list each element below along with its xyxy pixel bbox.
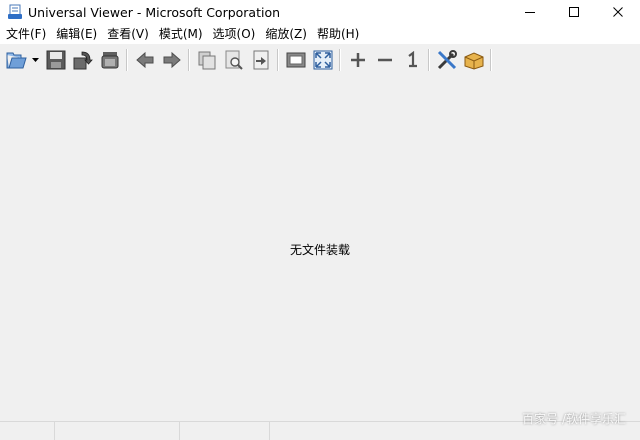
open-dropdown-arrow[interactable]: [30, 48, 40, 72]
watermark: 百家号 /软件享乐汇: [522, 412, 626, 426]
menu-zoom[interactable]: 缩放(Z): [260, 24, 312, 44]
maximize-icon: [569, 7, 579, 17]
menu-options[interactable]: 选项(O): [208, 24, 261, 44]
fit-window-icon: [286, 52, 305, 68]
settings-button[interactable]: [435, 48, 459, 72]
menu-file[interactable]: 文件(F): [0, 24, 51, 44]
close-button[interactable]: [596, 0, 640, 24]
toolbar-separator: [339, 49, 341, 71]
no-file-message: 无文件装载: [289, 243, 350, 257]
window-title: Universal Viewer - Microsoft Corporation: [28, 4, 281, 20]
reload-button[interactable]: [71, 48, 95, 72]
print-icon: [101, 52, 118, 69]
fit-window-button[interactable]: [284, 48, 308, 72]
toolbar-separator: [126, 49, 128, 71]
find-icon: [225, 50, 243, 70]
toolbar-separator: [277, 49, 279, 71]
actual-size-icon: [407, 51, 417, 68]
zoom-out-button[interactable]: [373, 48, 397, 72]
zoom-in-icon: [350, 53, 365, 67]
minimize-button[interactable]: [508, 0, 552, 24]
menu-edit[interactable]: 编辑(E): [51, 24, 102, 44]
copy-icon: [198, 51, 215, 70]
goto-icon: [253, 50, 268, 70]
zoom-in-button[interactable]: [346, 48, 370, 72]
settings-icon: [437, 50, 457, 70]
actual-size-button[interactable]: [400, 48, 424, 72]
print-button[interactable]: [98, 48, 122, 72]
maximize-button[interactable]: [552, 0, 596, 24]
menu-view[interactable]: 查看(V): [102, 24, 154, 44]
menu-bar: 文件(F) 编辑(E) 查看(V) 模式(M) 选项(O) 缩放(Z) 帮助(H…: [0, 24, 640, 44]
menu-help[interactable]: 帮助(H): [312, 24, 364, 44]
fullscreen-button[interactable]: [311, 48, 335, 72]
open-icon: [6, 52, 27, 69]
copy-button[interactable]: [195, 48, 219, 72]
goto-button[interactable]: [249, 48, 273, 72]
forward-button[interactable]: [160, 48, 184, 72]
window-controls: [508, 0, 640, 24]
toolbar-separator: [490, 49, 492, 71]
menu-mode[interactable]: 模式(M): [154, 24, 208, 44]
back-button[interactable]: [133, 48, 157, 72]
find-button[interactable]: [222, 48, 246, 72]
toolbar-separator: [188, 49, 190, 71]
document-viewer-icon: [7, 4, 23, 20]
chevron-down-icon: [31, 58, 39, 62]
title-bar: Universal Viewer - Microsoft Corporation: [0, 0, 640, 24]
save-button[interactable]: [44, 48, 68, 72]
status-panel: [180, 422, 270, 440]
status-panel: [0, 422, 55, 440]
toolbar-separator: [428, 49, 430, 71]
minimize-icon: [525, 12, 535, 13]
viewer-area[interactable]: 无文件装载: [0, 76, 640, 421]
forward-icon: [163, 51, 181, 69]
reload-icon: [73, 51, 93, 70]
open-button[interactable]: [5, 48, 29, 72]
toolbar: [0, 44, 640, 76]
close-icon: [613, 7, 623, 17]
status-panel: [55, 422, 180, 440]
plugins-icon: [464, 52, 483, 70]
save-icon: [46, 50, 65, 70]
plugins-button[interactable]: [462, 48, 486, 72]
zoom-out-icon: [377, 58, 392, 62]
back-icon: [135, 51, 153, 69]
fullscreen-icon: [313, 50, 332, 70]
